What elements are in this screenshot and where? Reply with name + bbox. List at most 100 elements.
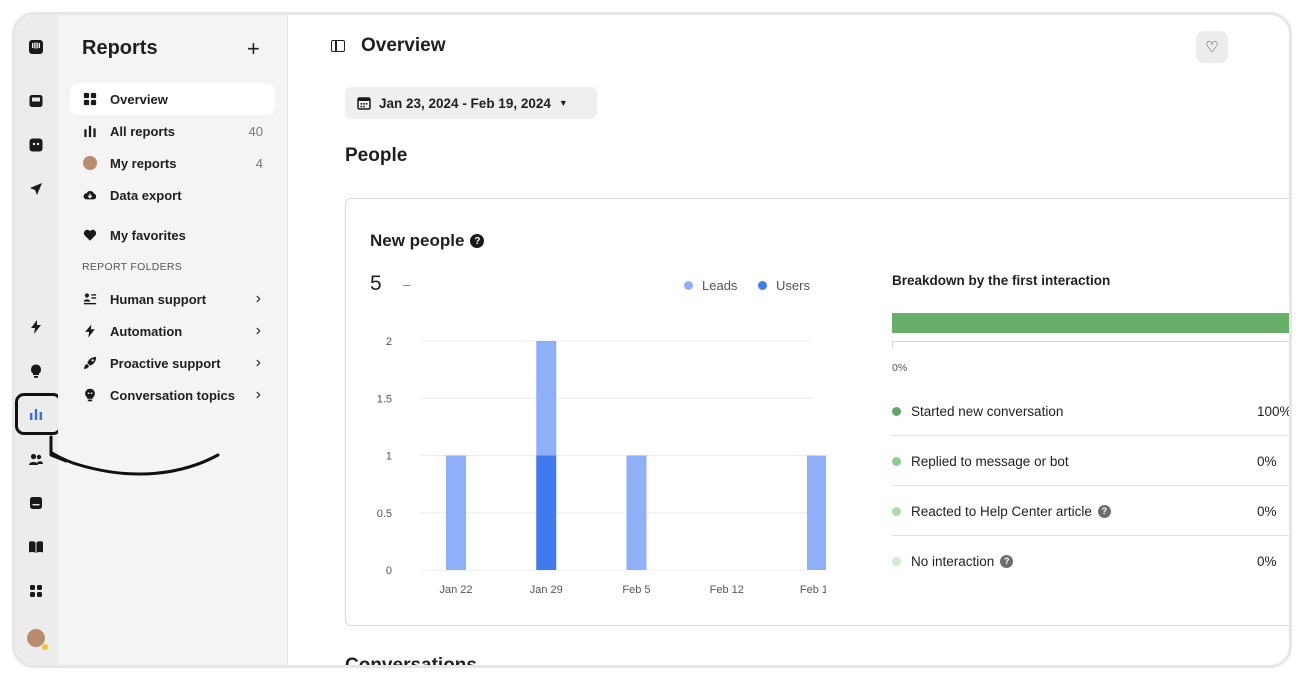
outbound-icon[interactable]	[26, 179, 46, 199]
section-title-conversations: Conversations	[345, 655, 477, 668]
page-title: Overview	[361, 35, 446, 56]
avatar-icon	[82, 155, 98, 171]
bar-leads	[626, 455, 647, 570]
sidebar-item-overview[interactable]: Overview	[70, 83, 275, 115]
x-tick-label: Jan 29	[530, 584, 563, 596]
sidebar-title: Reports	[82, 37, 158, 59]
toggle-sidebar-icon[interactable]	[331, 40, 345, 52]
sidebar-item-label: My reports	[110, 155, 177, 171]
breakdown-bar	[892, 313, 1289, 333]
bar-users	[536, 455, 557, 570]
heart-icon	[82, 227, 98, 243]
y-tick-label: 1	[386, 451, 392, 463]
report-folders-label: REPORT FOLDERS	[82, 261, 183, 273]
legend-label: Leads	[702, 278, 738, 293]
bar-leads	[807, 455, 826, 570]
breakdown-axis	[892, 341, 1289, 342]
breakdown-row: Started new conversation 100%	[892, 386, 1292, 436]
folder-automation[interactable]: Automation ›	[70, 315, 275, 347]
sidebar-item-data-export[interactable]: Data export	[70, 179, 275, 211]
trend-dash: –	[403, 276, 411, 292]
folder-label: Automation	[110, 323, 183, 339]
breakdown-label: Replied to message or bot	[911, 453, 1069, 469]
favorite-button[interactable]: ♡	[1196, 31, 1228, 63]
cloud-download-icon	[82, 187, 98, 203]
breakdown-axis-tick	[892, 341, 893, 349]
chevron-right-icon: ›	[255, 386, 261, 403]
section-title-people: People	[345, 145, 408, 166]
breakdown-percent: 0%	[1257, 503, 1277, 519]
calendar-icon	[357, 97, 371, 110]
sidebar-item-my-favorites[interactable]: My favorites	[70, 219, 275, 251]
fin-icon[interactable]	[26, 135, 46, 155]
date-range-picker[interactable]: Jan 23, 2024 - Feb 19, 2024 ▼	[345, 87, 597, 119]
sidebar-item-label: Data export	[110, 187, 182, 203]
report-count: 4	[255, 155, 263, 171]
sidebar-item-label: Overview	[110, 91, 168, 107]
sidebar-item-all-reports[interactable]: All reports 40	[70, 115, 275, 147]
report-count: 40	[248, 123, 263, 139]
icon-rail	[15, 15, 62, 665]
folder-label: Human support	[110, 291, 207, 307]
topics-icon[interactable]	[26, 361, 46, 381]
card-title: New people ?	[370, 231, 485, 251]
legend-swatch	[758, 281, 767, 290]
x-tick-label: Jan 22	[439, 584, 472, 596]
breakdown-row: Reacted to Help Center article ? 0%	[892, 486, 1289, 536]
apps-icon[interactable]	[26, 581, 46, 601]
rocket-icon	[82, 355, 98, 371]
legend-item-users[interactable]: Users	[758, 278, 810, 293]
status-dot	[892, 506, 901, 516]
breakdown-percent: 0%	[1257, 453, 1277, 469]
folder-proactive-support[interactable]: Proactive support ›	[70, 347, 275, 379]
logo-icon[interactable]	[26, 37, 46, 57]
breakdown-percent: 0%	[1257, 553, 1277, 569]
date-range-label: Jan 23, 2024 - Feb 19, 2024	[379, 95, 551, 111]
messenger-icon[interactable]	[26, 493, 46, 513]
x-tick-label: Feb 12	[710, 584, 744, 596]
help-icon[interactable]: ?	[1000, 554, 1014, 568]
folder-human-support[interactable]: Human support ›	[70, 283, 275, 315]
sidebar-item-my-reports[interactable]: My reports 4	[70, 147, 275, 179]
x-tick-label: Feb 5	[622, 584, 650, 596]
automation-icon[interactable]	[26, 317, 46, 337]
main-content: Overview ♡ Jan 23, 2024 - Feb 19, 2024 ▼…	[289, 15, 1292, 668]
caret-down-icon: ▼	[558, 98, 568, 108]
bar-chart-icon	[82, 123, 98, 139]
help-icon[interactable]: ?	[470, 234, 485, 248]
add-report-button[interactable]: +	[247, 37, 260, 61]
y-tick-label: 0	[386, 565, 392, 577]
sidebar-item-label: All reports	[110, 123, 176, 139]
chevron-right-icon: ›	[255, 290, 261, 307]
bar-leads	[536, 341, 557, 456]
chevron-right-icon: ›	[255, 354, 261, 371]
folder-conversation-topics[interactable]: Conversation topics ›	[70, 379, 275, 411]
breakdown-label: No interaction	[911, 553, 995, 569]
new-people-card: New people ? 5 – Leads Users 0 0.5 1 1.5 2 Ja…	[345, 198, 1292, 626]
breakdown-percent: 100%	[1257, 403, 1292, 419]
x-tick-label: Feb 19	[800, 584, 826, 596]
grid-icon	[82, 91, 98, 107]
total-count: 5	[370, 272, 382, 295]
breakdown-row: No interaction ? 0%	[892, 536, 1289, 586]
breakdown-label: Started new conversation	[911, 403, 1064, 419]
legend-item-leads[interactable]: Leads	[684, 278, 737, 293]
status-dot	[892, 456, 901, 466]
app-window: Reports + Overview All reports 40 My rep…	[12, 12, 1292, 668]
breakdown-label: Reacted to Help Center article	[911, 503, 1092, 519]
legend-swatch	[684, 281, 693, 290]
status-dot	[892, 406, 901, 416]
folder-label: Conversation topics	[110, 387, 235, 403]
chevron-right-icon: ›	[255, 322, 261, 339]
reports-sidebar: Reports + Overview All reports 40 My rep…	[49, 15, 288, 665]
status-dot	[41, 643, 49, 651]
help-icon[interactable]: ?	[1097, 504, 1111, 518]
breakdown-axis-label: 0%	[892, 362, 908, 374]
sidebar-item-label: My favorites	[110, 227, 186, 243]
knowledge-icon[interactable]	[26, 537, 46, 557]
annotation-arrow	[49, 435, 220, 476]
y-tick-label: 1.5	[377, 393, 392, 405]
breakdown-row: Replied to message or bot 0%	[892, 436, 1289, 486]
people-list-icon	[82, 291, 98, 307]
inbox-icon[interactable]	[26, 91, 46, 111]
